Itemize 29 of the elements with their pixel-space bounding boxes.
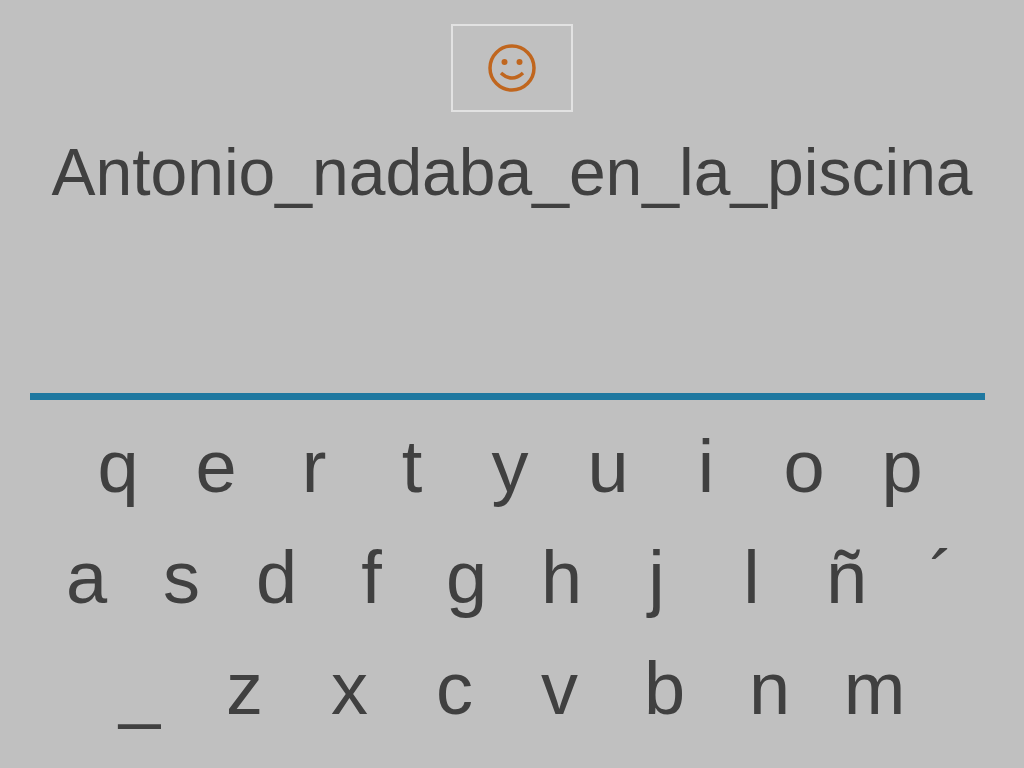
key[interactable]: o bbox=[755, 421, 853, 512]
key[interactable]: ´ bbox=[894, 532, 989, 623]
key[interactable]: t bbox=[363, 421, 461, 512]
key[interactable]: g bbox=[419, 532, 514, 623]
key[interactable]: x bbox=[297, 643, 402, 734]
key[interactable]: l bbox=[704, 532, 799, 623]
sentence-text: Antonio_nadaba_en_la_piscina bbox=[51, 134, 973, 211]
key[interactable]: m bbox=[822, 643, 927, 734]
key[interactable]: s bbox=[134, 532, 229, 623]
key[interactable]: n bbox=[717, 643, 822, 734]
key[interactable]: c bbox=[402, 643, 507, 734]
key[interactable]: d bbox=[229, 532, 324, 623]
key[interactable]: r bbox=[265, 421, 363, 512]
key[interactable]: j bbox=[609, 532, 704, 623]
key[interactable]: v bbox=[507, 643, 612, 734]
smiley-icon bbox=[487, 43, 537, 93]
key[interactable]: e bbox=[167, 421, 265, 512]
key[interactable]: z bbox=[192, 643, 297, 734]
key[interactable]: y bbox=[461, 421, 559, 512]
key[interactable]: a bbox=[39, 532, 134, 623]
key[interactable]: h bbox=[514, 532, 609, 623]
key[interactable]: q bbox=[69, 421, 167, 512]
key[interactable]: f bbox=[324, 532, 419, 623]
key[interactable]: p bbox=[853, 421, 951, 512]
key[interactable]: ñ bbox=[799, 532, 894, 623]
key[interactable]: u bbox=[559, 421, 657, 512]
key[interactable]: b bbox=[612, 643, 717, 734]
key[interactable]: _ bbox=[87, 643, 192, 734]
key[interactable]: i bbox=[657, 421, 755, 512]
